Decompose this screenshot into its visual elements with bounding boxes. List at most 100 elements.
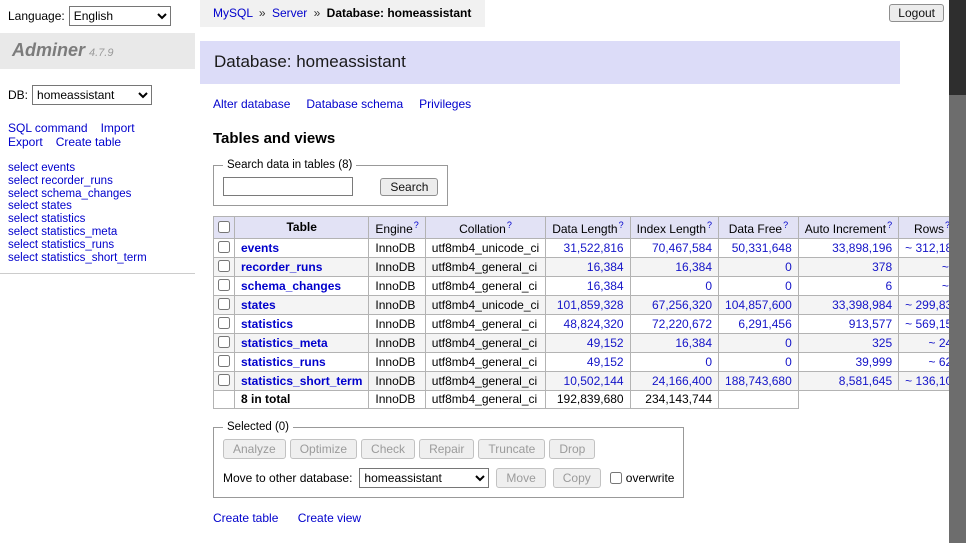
table-name-link[interactable]: statistics_runs — [241, 355, 326, 369]
row-checkbox[interactable] — [218, 336, 230, 348]
total-row: 8 in total InnoDB utf8mb4_general_ci 192… — [214, 391, 966, 409]
db-select[interactable]: homeassistant — [32, 85, 152, 105]
table-row: schema_changes InnoDB utf8mb4_general_ci… — [214, 277, 966, 296]
export-link[interactable]: Export — [8, 135, 43, 149]
language-select[interactable]: English — [69, 6, 171, 26]
table-name-link[interactable]: recorder_runs — [241, 260, 322, 274]
data-free-cell: 50,331,648 — [719, 239, 799, 258]
breadcrumb-separator: » — [314, 6, 321, 20]
select-all-header — [214, 217, 235, 239]
search-button[interactable]: Search — [380, 178, 438, 196]
collation-cell: utf8mb4_general_ci — [425, 315, 545, 334]
table-select-link[interactable]: select schema_changes — [8, 188, 131, 200]
total-label: 8 in total — [235, 391, 369, 409]
total-index-length-cell: 234,143,744 — [630, 391, 718, 409]
auto-increment-cell: 378 — [798, 258, 898, 277]
row-checkbox-cell — [214, 239, 235, 258]
row-checkbox-cell — [214, 372, 235, 391]
scrollbar-thumb[interactable] — [949, 0, 966, 95]
column-header-label: Table — [286, 220, 316, 234]
sql-command-link[interactable]: SQL command — [8, 121, 88, 135]
bulk-action-button[interactable]: Optimize — [290, 439, 357, 459]
sidebar-action-links: SQL command Import Export Create table — [0, 121, 195, 149]
table-row: recorder_runs InnoDB utf8mb4_general_ci … — [214, 258, 966, 277]
table-select-link[interactable]: select states — [8, 200, 72, 212]
table-name-link[interactable]: statistics — [241, 317, 293, 331]
data-length-cell: 16,384 — [546, 277, 630, 296]
column-header: Engine? — [369, 217, 425, 239]
import-link[interactable]: Import — [101, 121, 135, 135]
engine-cell: InnoDB — [369, 353, 425, 372]
table-select-link[interactable]: select statistics — [8, 213, 85, 225]
table-select-link[interactable]: select statistics_meta — [8, 226, 117, 238]
column-header-label: Data Free — [729, 222, 782, 236]
table-name-cell: statistics_short_term — [235, 372, 369, 391]
row-checkbox[interactable] — [218, 241, 230, 253]
overwrite-checkbox[interactable] — [610, 472, 622, 484]
table-select-link[interactable]: select statistics_runs — [8, 239, 114, 251]
bulk-action-button[interactable]: Analyze — [223, 439, 286, 459]
bulk-action-button[interactable]: Check — [361, 439, 415, 459]
create-table-sidebar-link[interactable]: Create table — [56, 135, 121, 149]
data-length-cell: 49,152 — [546, 334, 630, 353]
create-view-link[interactable]: Create view — [298, 511, 361, 525]
table-row: events InnoDB utf8mb4_unicode_ci 31,522,… — [214, 239, 966, 258]
table-name-link[interactable]: statistics_short_term — [241, 374, 362, 388]
total-empty-cell — [214, 391, 235, 409]
create-table-link[interactable]: Create table — [213, 511, 278, 525]
table-select-link[interactable]: select recorder_runs — [8, 175, 113, 187]
column-header-label: Index Length — [637, 222, 706, 236]
db-action-link[interactable]: Database schema — [306, 97, 403, 111]
index-length-cell: 0 — [630, 277, 718, 296]
data-free-cell: 188,743,680 — [719, 372, 799, 391]
row-checkbox[interactable] — [218, 374, 230, 386]
copy-button[interactable]: Copy — [553, 468, 601, 488]
breadcrumb-server-link[interactable]: Server — [272, 6, 307, 20]
language-label: Language: — [8, 9, 65, 23]
vertical-scrollbar[interactable] — [949, 0, 966, 543]
table-name-link[interactable]: states — [241, 298, 276, 312]
move-button[interactable]: Move — [496, 468, 545, 488]
select-all-checkbox[interactable] — [218, 221, 230, 233]
help-link[interactable]: ? — [783, 220, 788, 230]
sidebar-table-item: select schema_changes — [8, 188, 195, 201]
table-name-cell: states — [235, 296, 369, 315]
search-input[interactable] — [223, 177, 353, 196]
help-link[interactable]: ? — [619, 220, 624, 230]
table-select-link[interactable]: select statistics_short_term — [8, 252, 147, 264]
data-free-cell: 0 — [719, 277, 799, 296]
logout-button[interactable]: Logout — [889, 4, 944, 22]
row-checkbox[interactable] — [218, 279, 230, 291]
table-name-link[interactable]: events — [241, 241, 279, 255]
adminer-brand: Adminer — [12, 40, 85, 60]
breadcrumb-mysql-link[interactable]: MySQL — [213, 6, 253, 20]
row-checkbox[interactable] — [218, 317, 230, 329]
table-select-link[interactable]: select events — [8, 162, 75, 174]
table-name-cell: statistics_runs — [235, 353, 369, 372]
db-action-link[interactable]: Privileges — [419, 97, 471, 111]
help-link[interactable]: ? — [507, 220, 512, 230]
row-checkbox[interactable] — [218, 355, 230, 367]
table-name-link[interactable]: statistics_meta — [241, 336, 328, 350]
collation-cell: utf8mb4_unicode_ci — [425, 296, 545, 315]
language-bar: Language: English — [0, 0, 195, 31]
auto-increment-cell: 913,577 — [798, 315, 898, 334]
row-checkbox-cell — [214, 315, 235, 334]
bulk-action-button[interactable]: Drop — [549, 439, 595, 459]
sidebar-table-item: select events — [8, 162, 195, 175]
index-length-cell: 0 — [630, 353, 718, 372]
column-header: Data Free? — [719, 217, 799, 239]
move-db-select[interactable]: homeassistant — [359, 468, 489, 488]
help-link[interactable]: ? — [414, 220, 419, 230]
table-name-link[interactable]: schema_changes — [241, 279, 341, 293]
row-checkbox[interactable] — [218, 298, 230, 310]
data-free-cell: 0 — [719, 258, 799, 277]
help-link[interactable]: ? — [887, 220, 892, 230]
row-checkbox[interactable] — [218, 260, 230, 272]
adminer-version: 4.7.9 — [89, 47, 113, 59]
engine-cell: InnoDB — [369, 315, 425, 334]
bulk-action-button[interactable]: Truncate — [478, 439, 545, 459]
bulk-action-button[interactable]: Repair — [419, 439, 474, 459]
db-action-link[interactable]: Alter database — [213, 97, 290, 111]
help-link[interactable]: ? — [707, 220, 712, 230]
